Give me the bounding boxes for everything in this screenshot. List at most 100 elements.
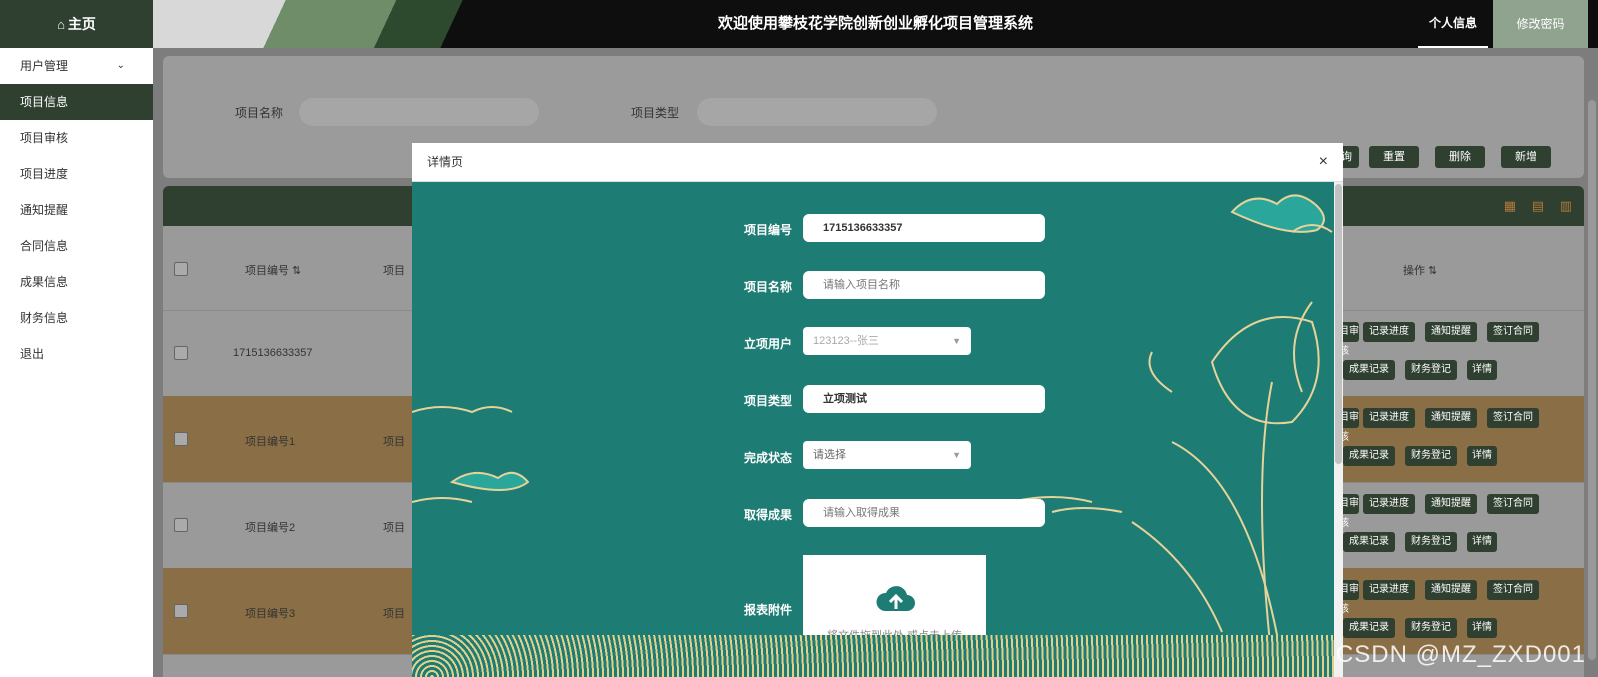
sidebar-item-label: 项目审核 — [20, 131, 69, 145]
finance-button[interactable]: 财务登记 — [1405, 532, 1457, 552]
delete-button[interactable]: 删除 — [1435, 146, 1485, 168]
sidebar-item-label: 退出 — [20, 347, 45, 361]
detail-button[interactable]: 详情 — [1467, 360, 1497, 380]
sidebar-item-label: 项目进度 — [20, 167, 69, 181]
project-no-label: 项目编号 — [743, 223, 792, 237]
project-name-field[interactable]: 请输入项目名称 — [803, 271, 1045, 299]
sidebar-menu: 用户管理 ⌄ 项目信息 项目审核 项目进度 通知提醒 合同信息 成果信息 财务信息… — [0, 48, 153, 372]
page-scrollbar[interactable] — [1588, 100, 1596, 660]
print-icon[interactable]: ▤ — [1532, 198, 1544, 214]
record-progress-button[interactable]: 记录进度 — [1363, 322, 1415, 342]
sidebar-item-label: 财务信息 — [20, 311, 69, 325]
home-link[interactable]: ⌂ 主页 — [0, 0, 153, 48]
finance-button[interactable]: 财务登记 — [1405, 360, 1457, 380]
chevron-down-icon: ▼ — [952, 336, 961, 346]
sidebar: ⌂ 主页 用户管理 ⌄ 项目信息 项目审核 项目进度 通知提醒 合同信息 成果信息… — [0, 0, 153, 677]
modal-scrollbar[interactable] — [1334, 182, 1343, 677]
add-button[interactable]: 新增 — [1501, 146, 1551, 168]
status-select[interactable]: 请选择 ▼ — [803, 441, 971, 469]
project-id-cell: 1715136633357 — [233, 347, 313, 359]
result-record-button[interactable]: 成果记录 — [1343, 446, 1395, 466]
record-progress-button[interactable]: 记录进度 — [1363, 580, 1415, 600]
record-progress-button[interactable]: 记录进度 — [1363, 408, 1415, 428]
column-header-name[interactable]: 项目 — [383, 262, 405, 278]
modal-body: 项目编号 1715136633357 项目名称 请输入项目名称 立项用户 123… — [412, 182, 1334, 677]
achievement-field[interactable]: 请输入取得成果 — [803, 499, 1045, 527]
modal-header: 详情页 × — [412, 143, 1343, 182]
reset-button[interactable]: 重置 — [1369, 146, 1419, 168]
result-record-button[interactable]: 成果记录 — [1343, 360, 1395, 380]
result-record-button[interactable]: 成果记录 — [1343, 618, 1395, 638]
project-type-label: 项目类型 — [631, 106, 680, 120]
page-title: 欢迎使用攀枝花学院创新创业孵化项目管理系统 — [717, 15, 1033, 32]
project-type-search-input[interactable] — [697, 98, 937, 126]
column-header-id[interactable]: 项目编号 ⇅ — [245, 262, 301, 278]
sidebar-item-label: 合同信息 — [20, 239, 69, 253]
column-header-actions[interactable]: 操作 ⇅ — [1403, 262, 1437, 278]
project-id-cell: 项目编号3 — [245, 608, 296, 620]
sign-contract-button[interactable]: 签订合同 — [1487, 494, 1539, 514]
export-icon[interactable]: ▥ — [1560, 198, 1572, 214]
wave-pattern — [412, 635, 1334, 677]
change-password-link[interactable]: 修改密码 — [1493, 0, 1588, 48]
row-checkbox[interactable] — [174, 432, 188, 446]
attachment-label: 报表附件 — [743, 603, 792, 617]
detail-button[interactable]: 详情 — [1467, 446, 1497, 466]
sidebar-item-label: 项目信息 — [20, 95, 69, 109]
notify-button[interactable]: 通知提醒 — [1425, 580, 1477, 600]
finance-button[interactable]: 财务登记 — [1405, 446, 1457, 466]
notify-button[interactable]: 通知提醒 — [1425, 494, 1477, 514]
sign-contract-button[interactable]: 签订合同 — [1487, 408, 1539, 428]
sidebar-item-label: 通知提醒 — [20, 203, 69, 217]
modal-scrollbar-thumb[interactable] — [1335, 184, 1342, 464]
project-type-label: 项目类型 — [743, 394, 792, 408]
finance-button[interactable]: 财务登记 — [1405, 618, 1457, 638]
project-user-label: 立项用户 — [743, 337, 792, 351]
sidebar-item-notifications[interactable]: 通知提醒 — [0, 192, 153, 228]
project-name-label: 项目名称 — [743, 280, 792, 294]
home-label: 主页 — [67, 16, 96, 32]
sidebar-item-label: 成果信息 — [20, 275, 69, 289]
select-all-checkbox[interactable] — [174, 262, 188, 276]
notify-button[interactable]: 通知提醒 — [1425, 322, 1477, 342]
top-bar: 欢迎使用攀枝花学院创新创业孵化项目管理系统 个人信息 修改密码 — [153, 0, 1598, 48]
detail-modal: 详情页 × 项目编号 1715136633357 项目名称 请输入项目名称 立项… — [412, 143, 1343, 677]
row-checkbox[interactable] — [174, 346, 188, 360]
project-type-field[interactable]: 立项测试 — [803, 385, 1045, 413]
row-checkbox[interactable] — [174, 518, 188, 532]
project-user-select[interactable]: 123123--张三 ▼ — [803, 327, 971, 355]
project-name-cell: 项目 — [383, 522, 405, 534]
notify-button[interactable]: 通知提醒 — [1425, 408, 1477, 428]
sidebar-item-finance[interactable]: 财务信息 — [0, 300, 153, 336]
chevron-down-icon: ▼ — [952, 450, 961, 460]
chevron-down-icon: ⌄ — [116, 60, 125, 71]
project-no-field[interactable]: 1715136633357 — [803, 214, 1045, 242]
sidebar-item-contracts[interactable]: 合同信息 — [0, 228, 153, 264]
achievement-label: 取得成果 — [743, 508, 792, 522]
modal-title: 详情页 — [427, 155, 464, 169]
sidebar-item-results[interactable]: 成果信息 — [0, 264, 153, 300]
sign-contract-button[interactable]: 签订合同 — [1487, 580, 1539, 600]
sidebar-item-project-progress[interactable]: 项目进度 — [0, 156, 153, 192]
sidebar-item-user-management[interactable]: 用户管理 ⌄ — [0, 48, 153, 84]
sidebar-item-label: 用户管理 — [20, 59, 69, 73]
personal-info-link[interactable]: 个人信息 — [1418, 0, 1488, 48]
status-label: 完成状态 — [743, 451, 792, 465]
row-checkbox[interactable] — [174, 604, 188, 618]
close-icon[interactable]: × — [1319, 143, 1328, 181]
project-name-search-input[interactable] — [299, 98, 539, 126]
sign-contract-button[interactable]: 签订合同 — [1487, 322, 1539, 342]
record-progress-button[interactable]: 记录进度 — [1363, 494, 1415, 514]
watermark: CSDN @MZ_ZXD001 — [1335, 641, 1586, 668]
project-name-label: 项目名称 — [235, 106, 284, 120]
calculator-icon[interactable]: ▦ — [1504, 198, 1516, 214]
sidebar-item-logout[interactable]: 退出 — [0, 336, 153, 372]
detail-button[interactable]: 详情 — [1467, 532, 1497, 552]
project-name-cell: 项目 — [383, 436, 405, 448]
home-icon: ⌂ — [57, 16, 65, 32]
sidebar-item-project-audit[interactable]: 项目审核 — [0, 120, 153, 156]
sidebar-item-project-info[interactable]: 项目信息 — [0, 84, 153, 120]
status-placeholder: 请选择 — [813, 449, 846, 461]
detail-button[interactable]: 详情 — [1467, 618, 1497, 638]
result-record-button[interactable]: 成果记录 — [1343, 532, 1395, 552]
